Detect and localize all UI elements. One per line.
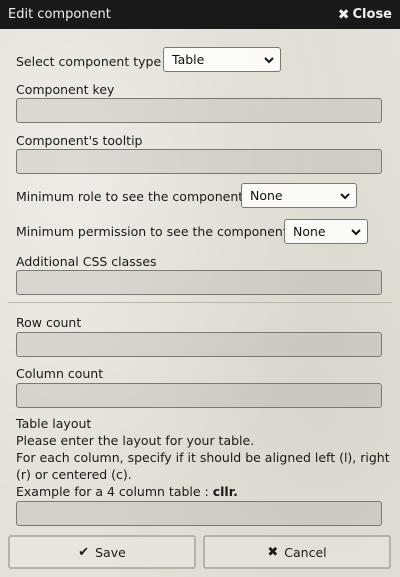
table-layout-label: Table layout [16, 416, 92, 431]
table-layout-help: Table layout Please enter the layout for… [16, 415, 390, 500]
help-line-4-prefix: Example for a 4 column table : [16, 484, 213, 499]
help-line-1: Please enter the layout for your table. [16, 433, 255, 448]
min-role-label: Minimum role to see the component [16, 189, 244, 204]
x-icon: ✖ [267, 544, 279, 560]
save-label: Save [95, 544, 126, 560]
cancel-label: Cancel [284, 544, 327, 560]
tooltip-label: Component's tooltip [16, 133, 143, 148]
tooltip-input[interactable] [16, 149, 382, 174]
chevron-down-icon [264, 57, 274, 64]
component-type-row: Select component type [16, 49, 161, 74]
check-icon: ✔ [78, 544, 90, 560]
help-line-3: (r) or centered (c). [16, 467, 132, 482]
help-line-2: For each column, specify if it should be… [16, 450, 390, 465]
help-line-4: Example for a 4 column table : cllr. [16, 483, 386, 500]
min-role-row: Minimum role to see the component [16, 184, 243, 209]
row-count-input[interactable] [16, 332, 382, 357]
table-layout-input[interactable] [16, 501, 382, 526]
component-type-label: Select component type [16, 54, 162, 69]
close-x-icon: ✖ [337, 6, 350, 23]
close-label: Close [352, 7, 392, 22]
row-count-label: Row count [16, 315, 82, 330]
column-count-input[interactable] [16, 383, 382, 408]
min-permission-select[interactable]: None [284, 219, 368, 244]
chevron-down-icon [340, 193, 350, 200]
component-type-select[interactable]: Table [163, 47, 281, 72]
layout-example: cllr. [212, 484, 238, 499]
edit-component-dialog: Edit component ✖ Close Select component … [0, 0, 400, 577]
min-role-value: None [250, 188, 283, 203]
component-key-label: Component key [16, 82, 115, 97]
min-permission-value: None [293, 224, 326, 239]
chevron-down-icon [351, 229, 361, 236]
css-classes-input[interactable] [16, 270, 382, 295]
column-count-label: Column count [16, 366, 104, 381]
cancel-button[interactable]: ✖ Cancel [203, 535, 391, 569]
title-bar: Edit component ✖ Close [0, 0, 400, 29]
dialog-content: Select component type Table Component ke… [0, 29, 400, 577]
save-button[interactable]: ✔ Save [8, 535, 196, 569]
min-permission-label: Minimum permission to see the component [16, 224, 288, 239]
css-classes-label: Additional CSS classes [16, 254, 157, 269]
min-permission-row: Minimum permission to see the component [16, 219, 288, 244]
component-key-input[interactable] [16, 98, 382, 123]
dialog-title: Edit component [8, 7, 111, 22]
component-type-value: Table [172, 52, 205, 67]
close-button[interactable]: ✖ Close [338, 7, 392, 23]
section-divider [8, 302, 392, 303]
min-role-select[interactable]: None [241, 183, 357, 208]
